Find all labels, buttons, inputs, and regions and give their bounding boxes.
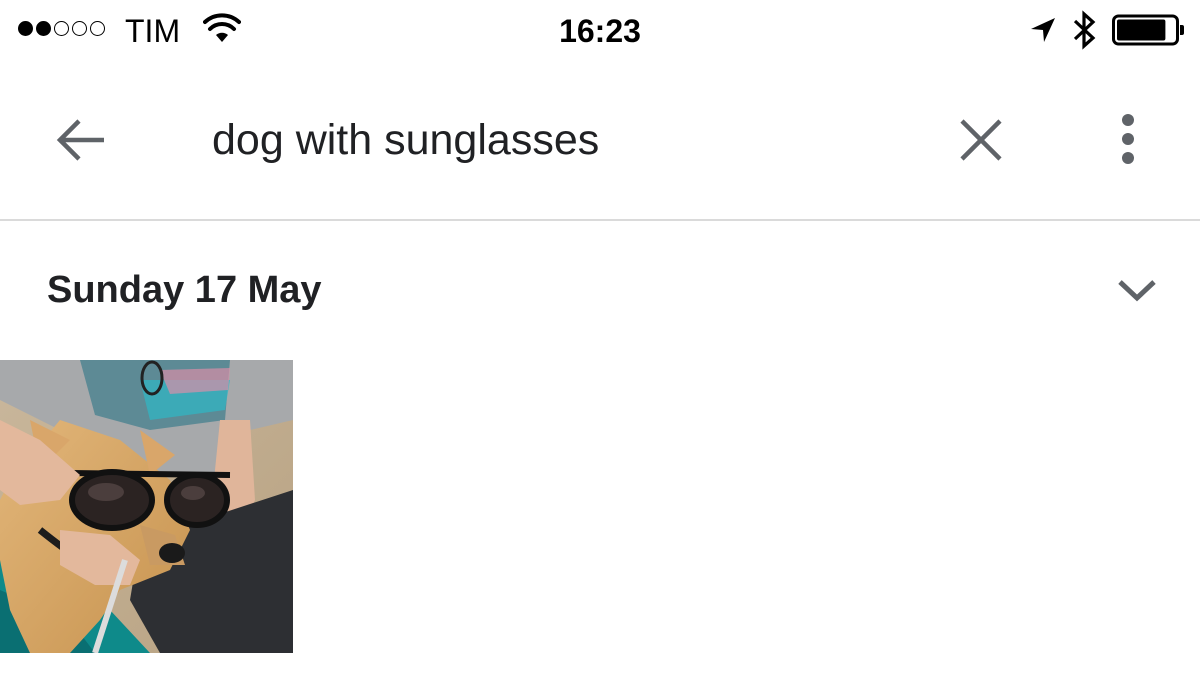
search-app-bar: dog with sunglasses	[0, 62, 1200, 221]
bluetooth-icon	[1073, 10, 1096, 50]
more-vertical-icon[interactable]	[1108, 112, 1148, 168]
photo-thumbnail[interactable]	[0, 360, 293, 653]
status-bar: TIM 16:23	[0, 0, 1200, 62]
chevron-down-icon[interactable]	[1112, 270, 1162, 310]
status-time: 16:23	[559, 13, 641, 49]
search-input[interactable]: dog with sunglasses	[212, 112, 599, 168]
date-group-header: Sunday 17 May	[47, 269, 322, 311]
battery-icon	[1112, 14, 1184, 46]
location-arrow-icon	[1031, 18, 1055, 42]
close-icon[interactable]	[952, 111, 1010, 169]
dog-with-sunglasses-photo	[0, 360, 293, 653]
arrow-back-icon[interactable]	[52, 111, 110, 169]
